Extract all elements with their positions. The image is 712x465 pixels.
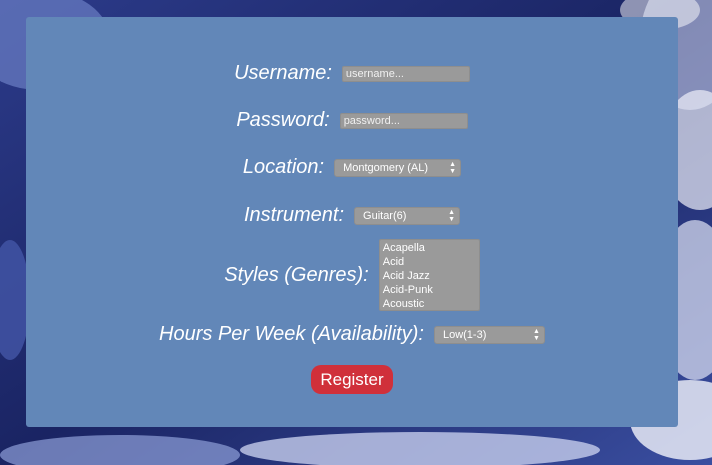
password-label: Password: — [236, 109, 330, 131]
styles-label: Styles (Genres): — [224, 263, 369, 286]
password-row: Password: — [26, 109, 678, 132]
instrument-selected-value: Guitar(6) — [363, 209, 407, 222]
chevron-up-down-icon: ▲ ▼ — [448, 208, 456, 223]
location-row: Location: Montgomery (AL) ▲ ▼ — [26, 156, 678, 179]
instrument-select[interactable]: Guitar(6) ▲ ▼ — [354, 206, 461, 225]
styles-option[interactable]: Acid-Punk — [383, 283, 476, 297]
styles-listbox[interactable]: Acapella Acid Acid Jazz Acid-Punk Acoust… — [378, 239, 480, 311]
styles-row: Styles (Genres): Acapella Acid Acid Jazz… — [26, 239, 678, 311]
styles-option[interactable]: Acapella — [383, 241, 476, 255]
styles-option[interactable]: Acid Jazz — [383, 269, 476, 283]
hours-selected-value: Low(1-3) — [442, 328, 487, 341]
hours-row: Hours Per Week (Availability): Low(1-3) … — [26, 323, 678, 346]
register-button[interactable]: Register — [311, 365, 393, 394]
chevron-up-down-icon: ▲ ▼ — [449, 160, 457, 175]
location-label: Location: — [242, 156, 325, 178]
username-label: Username: — [234, 62, 332, 84]
instrument-row: Instrument: Guitar(6) ▲ ▼ — [26, 204, 678, 227]
instrument-label: Instrument: — [243, 204, 345, 226]
registration-panel: Username: Password: Location: Montgomery… — [26, 17, 678, 427]
location-select[interactable]: Montgomery (AL) ▲ ▼ — [334, 158, 462, 177]
password-input[interactable] — [339, 112, 468, 129]
chevron-up-down-icon: ▲ ▼ — [533, 327, 540, 342]
register-row: Register — [26, 365, 678, 394]
username-row: Username: — [26, 62, 678, 85]
styles-option[interactable]: Acid — [383, 255, 476, 269]
hours-label: Hours Per Week (Availability): — [159, 323, 424, 345]
username-input[interactable] — [341, 65, 470, 82]
hours-select[interactable]: Low(1-3) ▲ ▼ — [433, 325, 545, 344]
location-selected-value: Montgomery (AL) — [343, 161, 429, 174]
styles-option[interactable]: Acoustic — [383, 297, 476, 310]
